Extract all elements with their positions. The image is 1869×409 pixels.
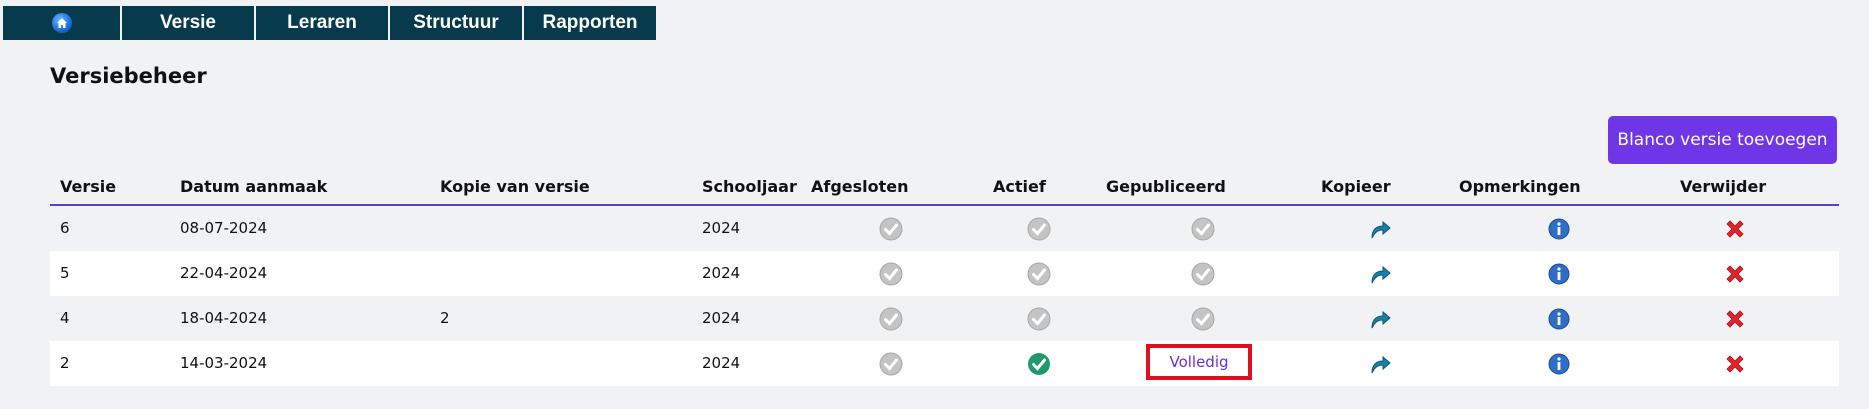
header-kopieer: Kopieer bbox=[1321, 177, 1391, 196]
cell-schooljaar: 2024 bbox=[702, 219, 741, 237]
header-datum-aanmaak: Datum aanmaak bbox=[180, 177, 328, 196]
table-row: 2 14-03-2024 2024 Volledig bbox=[50, 341, 1839, 386]
cell-schooljaar: 2024 bbox=[702, 264, 741, 282]
cell-datum: 18-04-2024 bbox=[180, 309, 268, 327]
cell-versie: 2 bbox=[60, 354, 70, 372]
table-header: Versie Datum aanmaak Kopie van versie Sc… bbox=[50, 170, 1839, 206]
versions-table: Versie Datum aanmaak Kopie van versie Sc… bbox=[50, 170, 1839, 386]
grey-check-icon[interactable] bbox=[861, 296, 921, 341]
cell-versie: 6 bbox=[60, 219, 70, 237]
info-icon[interactable] bbox=[1529, 206, 1589, 251]
grey-check-icon[interactable] bbox=[1173, 296, 1233, 341]
home-icon bbox=[51, 13, 72, 33]
page-title: Versiebeheer bbox=[50, 64, 207, 88]
cell-datum: 08-07-2024 bbox=[180, 219, 268, 237]
share-arrow-icon[interactable] bbox=[1350, 341, 1410, 386]
grey-check-icon[interactable] bbox=[861, 341, 921, 386]
share-arrow-icon[interactable] bbox=[1350, 206, 1410, 251]
delete-x-icon[interactable] bbox=[1705, 206, 1765, 251]
info-icon[interactable] bbox=[1529, 251, 1589, 296]
nav-structuur[interactable]: Structuur bbox=[390, 6, 522, 40]
header-kopie-van-versie: Kopie van versie bbox=[440, 177, 590, 196]
header-gepubliceerd: Gepubliceerd bbox=[1106, 177, 1226, 196]
add-blank-version-button[interactable]: Blanco versie toevoegen bbox=[1608, 116, 1837, 164]
table-row: 4 18-04-2024 2 2024 bbox=[50, 296, 1839, 341]
volledig-published-link[interactable]: Volledig bbox=[1146, 344, 1252, 380]
nav-rapporten[interactable]: Rapporten bbox=[524, 6, 656, 40]
header-verwijder: Verwijder bbox=[1680, 177, 1767, 196]
delete-x-icon[interactable] bbox=[1705, 296, 1765, 341]
header-versie: Versie bbox=[60, 177, 117, 196]
grey-check-icon[interactable] bbox=[861, 251, 921, 296]
grey-check-icon[interactable] bbox=[861, 206, 921, 251]
delete-x-icon[interactable] bbox=[1705, 251, 1765, 296]
grey-check-icon[interactable] bbox=[1009, 296, 1069, 341]
cell-schooljaar: 2024 bbox=[702, 309, 741, 327]
cell-datum: 22-04-2024 bbox=[180, 264, 268, 282]
header-schooljaar: Schooljaar bbox=[702, 177, 797, 196]
nav-versie[interactable]: Versie bbox=[122, 6, 254, 40]
info-icon[interactable] bbox=[1529, 341, 1589, 386]
share-arrow-icon[interactable] bbox=[1350, 251, 1410, 296]
header-afgesloten: Afgesloten bbox=[811, 177, 909, 196]
cell-kopie: 2 bbox=[440, 309, 450, 327]
delete-x-icon[interactable] bbox=[1705, 341, 1765, 386]
grey-check-icon[interactable] bbox=[1173, 251, 1233, 296]
grey-check-icon[interactable] bbox=[1009, 251, 1069, 296]
grey-check-icon[interactable] bbox=[1009, 206, 1069, 251]
nav-home-button[interactable] bbox=[3, 6, 120, 40]
share-arrow-icon[interactable] bbox=[1350, 296, 1410, 341]
cell-schooljaar: 2024 bbox=[702, 354, 741, 372]
table-row: 5 22-04-2024 2024 bbox=[50, 251, 1839, 296]
grey-check-icon[interactable] bbox=[1173, 206, 1233, 251]
header-actief: Actief bbox=[993, 177, 1046, 196]
cell-datum: 14-03-2024 bbox=[180, 354, 268, 372]
info-icon[interactable] bbox=[1529, 296, 1589, 341]
green-check-icon[interactable] bbox=[1009, 341, 1069, 386]
nav-leraren[interactable]: Leraren bbox=[256, 6, 388, 40]
cell-versie: 5 bbox=[60, 264, 70, 282]
header-opmerkingen: Opmerkingen bbox=[1459, 177, 1581, 196]
table-row: 6 08-07-2024 2024 bbox=[50, 206, 1839, 251]
top-nav: Versie Leraren Structuur Rapporten bbox=[3, 6, 658, 40]
cell-versie: 4 bbox=[60, 309, 70, 327]
